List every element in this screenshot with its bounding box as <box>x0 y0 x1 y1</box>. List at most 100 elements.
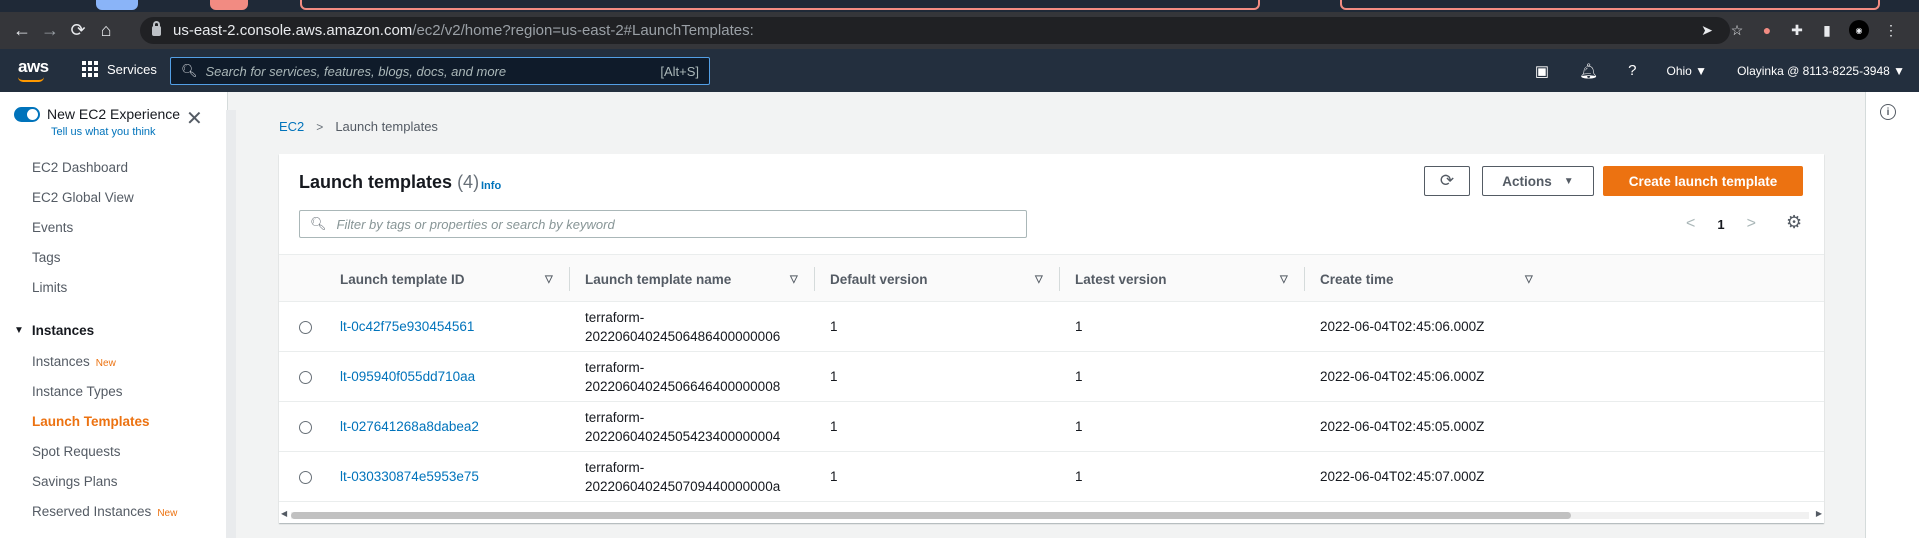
column-header-default-version[interactable]: Default version ▽ <box>830 255 1046 303</box>
refresh-icon: ⟳ <box>1439 171 1455 190</box>
row-select-radio[interactable] <box>299 471 312 484</box>
sidebar-scrollbar[interactable] <box>226 110 236 538</box>
aws-logo[interactable]: aws <box>18 57 49 77</box>
column-header-name[interactable]: Launch template name ▽ <box>585 255 801 303</box>
sidebar-section-instances[interactable]: ▼ Instances <box>14 323 94 338</box>
column-divider <box>1304 267 1305 291</box>
reload-icon[interactable]: ⟳ <box>64 17 92 45</box>
browser-tab-strip <box>0 0 1919 12</box>
scroll-left-icon[interactable]: ◀ <box>281 509 287 518</box>
current-page[interactable]: 1 <box>1717 217 1724 232</box>
table-row[interactable]: lt-027641268a8dabea2 terraform- 20220604… <box>279 402 1824 452</box>
sort-icon[interactable]: ▽ <box>1035 274 1043 285</box>
name-line: 20220604024505423400000004 <box>585 429 781 444</box>
row-select-radio[interactable] <box>299 321 312 334</box>
forward-icon[interactable]: → <box>36 17 64 45</box>
launch-template-id-link[interactable]: lt-030330874e5953e75 <box>340 469 479 484</box>
help-icon[interactable]: ? <box>1628 62 1636 79</box>
color-extension-icon[interactable]: ● <box>1759 22 1775 38</box>
sort-icon[interactable]: ▽ <box>1280 274 1288 285</box>
feedback-link[interactable]: Tell us what you think <box>51 126 156 138</box>
name-line: terraform- <box>585 460 645 475</box>
next-page-icon[interactable]: > <box>1747 215 1756 233</box>
breadcrumb-ec2[interactable]: EC2 <box>279 119 304 134</box>
sidebar-item-instance-types[interactable]: Instance Types <box>32 384 123 399</box>
refresh-button[interactable]: ⟳ <box>1424 166 1470 196</box>
sidebar-item-ec2-global-view[interactable]: EC2 Global View <box>32 190 134 205</box>
services-menu-button[interactable]: Services <box>82 61 157 77</box>
scrollbar-thumb[interactable] <box>291 512 1571 519</box>
name-line: terraform- <box>585 410 645 425</box>
table-row[interactable]: lt-030330874e5953e75 terraform- 20220604… <box>279 452 1824 502</box>
latest-version: 1 <box>1075 319 1083 334</box>
info-link[interactable]: Info <box>481 180 501 192</box>
gear-icon[interactable]: ⚙ <box>1786 212 1802 233</box>
table-row[interactable]: lt-0c42f75e930454561 terraform- 20220604… <box>279 302 1824 352</box>
row-select-radio[interactable] <box>299 421 312 434</box>
column-header-create-time[interactable]: Create time ▽ <box>1320 255 1536 303</box>
column-header-id[interactable]: Launch template ID ▽ <box>340 255 556 303</box>
previous-page-icon[interactable]: < <box>1686 215 1695 233</box>
sidebar-item-tags[interactable]: Tags <box>32 250 61 265</box>
create-launch-template-button[interactable]: Create launch template <box>1603 166 1803 196</box>
browser-tab-group-outline <box>1340 0 1880 10</box>
row-select-radio[interactable] <box>299 371 312 384</box>
home-icon[interactable]: ⌂ <box>92 17 120 45</box>
table-horizontal-scrollbar[interactable]: ◀ ▶ <box>279 508 1824 522</box>
close-icon[interactable]: ✕ <box>186 106 203 131</box>
launch-template-id-link[interactable]: lt-0c42f75e930454561 <box>340 319 474 334</box>
sidebar-item-instances[interactable]: Instances New <box>32 354 116 369</box>
browser-tab[interactable] <box>96 0 138 10</box>
services-label: Services <box>107 61 157 77</box>
search-icon: 🔍︎ <box>181 63 198 78</box>
address-bar[interactable]: us-east-2.console.aws.amazon.com/ec2/v2/… <box>140 17 1730 44</box>
new-experience-toggle[interactable] <box>14 107 40 122</box>
cloudshell-icon[interactable]: ▣ <box>1535 62 1549 80</box>
browser-tab[interactable] <box>210 0 248 10</box>
sidebar-item-spot-requests[interactable]: Spot Requests <box>32 444 121 459</box>
filter-box[interactable]: 🔍︎ <box>299 210 1027 238</box>
column-header-label: Launch template ID <box>340 271 465 287</box>
profile-avatar[interactable]: ◉ <box>1849 20 1869 40</box>
launch-template-name: terraform- 20220604024506646400000008 <box>585 358 780 396</box>
new-experience-title: New EC2 Experience <box>47 106 181 122</box>
actions-button[interactable]: Actions ▼ <box>1482 166 1594 196</box>
filter-input[interactable] <box>336 216 1026 232</box>
sidebar: New EC2 Experience Tell us what you thin… <box>0 92 236 538</box>
send-icon[interactable]: ➤ <box>1699 22 1715 38</box>
launch-template-id-link[interactable]: lt-027641268a8dabea2 <box>340 419 479 434</box>
sidebar-item-events[interactable]: Events <box>32 220 73 235</box>
create-time: 2022-06-04T02:45:06.000Z <box>1320 319 1485 334</box>
lock-icon <box>152 20 161 36</box>
actions-label: Actions <box>1502 173 1552 189</box>
sidebar-item-launch-templates[interactable]: Launch Templates <box>32 414 150 429</box>
back-icon[interactable]: ← <box>8 17 36 45</box>
sidepanel-icon[interactable]: ▮ <box>1819 22 1835 38</box>
star-icon[interactable]: ☆ <box>1729 22 1745 38</box>
table-row[interactable]: lt-095940f055dd710aa terraform- 20220604… <box>279 352 1824 402</box>
sort-icon[interactable]: ▽ <box>545 274 553 285</box>
sidebar-item-ec2-dashboard[interactable]: EC2 Dashboard <box>32 160 128 175</box>
account-menu[interactable]: Olayinka @ 8113-8225-3948 ▼ <box>1737 64 1905 78</box>
notifications-bell-icon[interactable]: 🔔︎ <box>1579 62 1598 80</box>
launch-template-name: terraform- 20220604024505423400000004 <box>585 408 780 446</box>
puzzle-icon[interactable]: ✚ <box>1789 22 1805 38</box>
scroll-right-icon[interactable]: ▶ <box>1816 509 1822 518</box>
aws-console-navbar: aws Services 🔍︎ [Alt+S] ▣ 🔔︎ ? Ohio ▼ Ol… <box>0 49 1919 92</box>
more-menu-icon[interactable]: ⋮ <box>1883 22 1899 38</box>
global-search-input[interactable] <box>205 63 661 79</box>
sort-icon[interactable]: ▽ <box>1525 274 1533 285</box>
browser-extensions: ➤ ☆ ● ✚ ▮ ◉ ⋮ <box>1699 20 1899 40</box>
sidebar-item-savings-plans[interactable]: Savings Plans <box>32 474 118 489</box>
sort-icon[interactable]: ▽ <box>790 274 798 285</box>
name-line: 20220604024506646400000008 <box>585 379 781 394</box>
navbar-right: ▣ 🔔︎ ? Ohio ▼ Olayinka @ 8113-8225-3948 … <box>1535 49 1919 92</box>
launch-template-id-link[interactable]: lt-095940f055dd710aa <box>340 369 475 384</box>
info-icon[interactable]: i <box>1880 104 1896 120</box>
item-count: (4) <box>457 172 480 192</box>
global-search[interactable]: 🔍︎ [Alt+S] <box>170 57 710 85</box>
region-selector[interactable]: Ohio ▼ <box>1667 64 1708 78</box>
sidebar-item-limits[interactable]: Limits <box>32 280 67 295</box>
sidebar-item-reserved-instances[interactable]: Reserved Instances New <box>32 504 177 519</box>
column-header-latest-version[interactable]: Latest version ▽ <box>1075 255 1291 303</box>
